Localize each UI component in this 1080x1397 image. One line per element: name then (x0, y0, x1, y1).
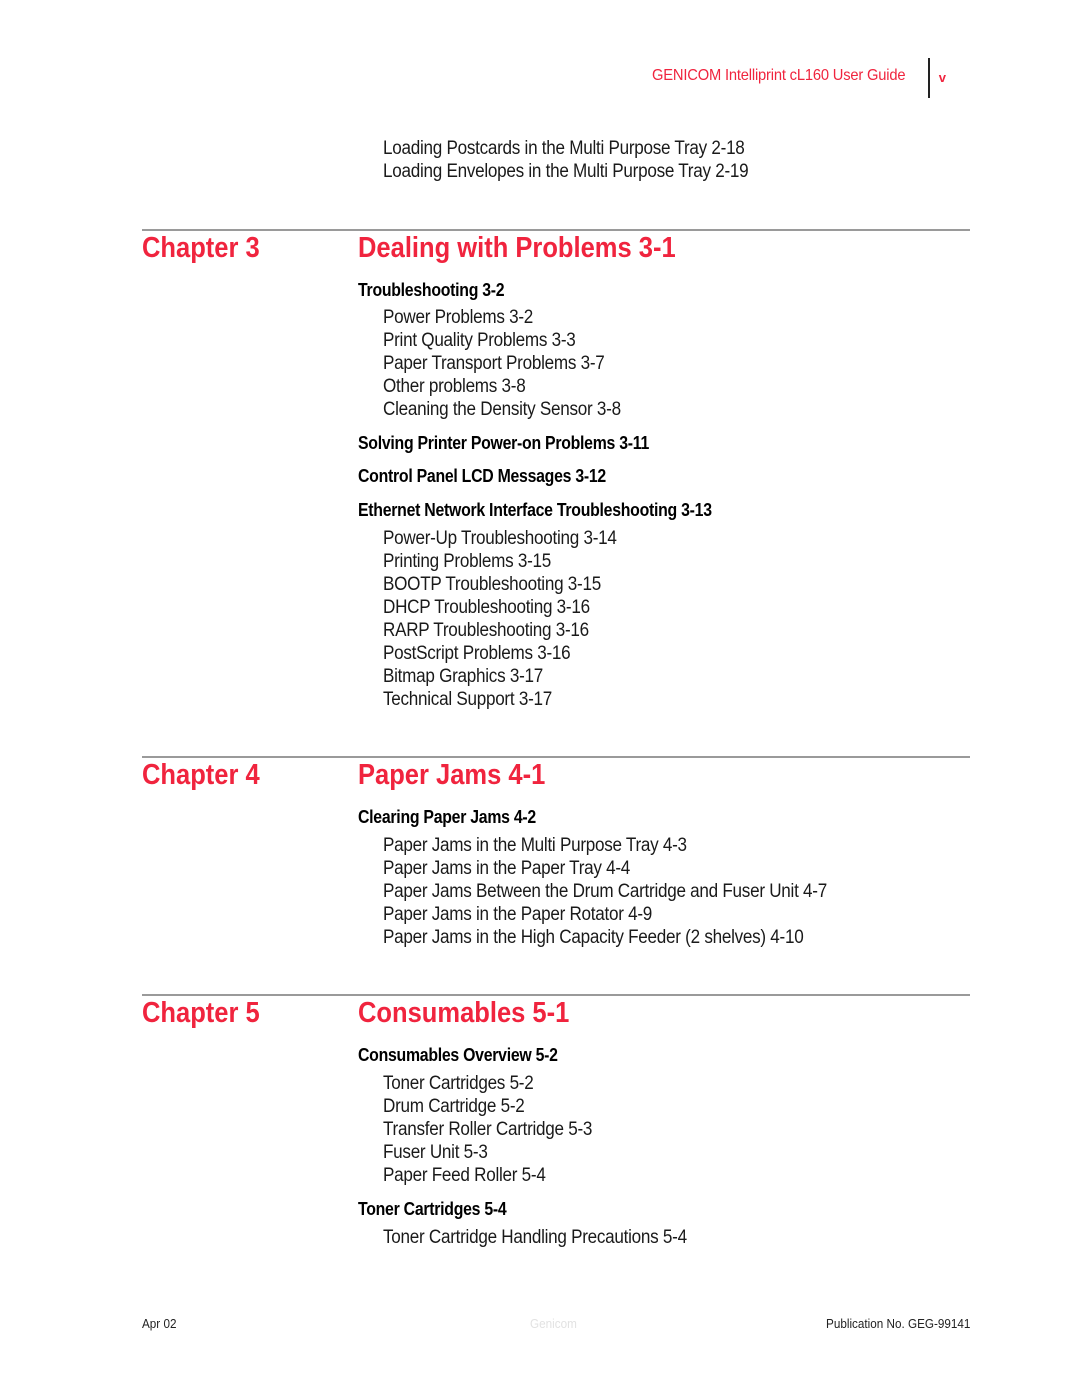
toc-entry[interactable]: Cleaning the Density Sensor 3-8 (383, 398, 621, 421)
toc-entry[interactable]: RARP Troubleshooting 3-16 (383, 619, 589, 642)
running-header: GENICOM Intelliprint cL160 User Guide v (630, 58, 946, 98)
toc-section[interactable]: Solving Printer Power-on Problems 3-11 (358, 432, 649, 455)
toc-section[interactable]: Ethernet Network Interface Troubleshooti… (358, 499, 712, 522)
toc-entry[interactable]: Transfer Roller Cartridge 5-3 (383, 1118, 592, 1141)
chapter-3-title[interactable]: Dealing with Problems 3-1 (358, 231, 676, 265)
toc-entry[interactable]: BOOTP Troubleshooting 3-15 (383, 573, 601, 596)
toc-entry[interactable]: Paper Jams in the Multi Purpose Tray 4-3 (383, 834, 687, 857)
toc-entry[interactable]: Paper Jams in the Paper Rotator 4-9 (383, 903, 652, 926)
header-divider (927, 58, 930, 98)
chapter-4-title[interactable]: Paper Jams 4-1 (358, 758, 545, 792)
toc-entry[interactable]: Fuser Unit 5-3 (383, 1141, 488, 1164)
toc-entry[interactable]: DHCP Troubleshooting 3-16 (383, 596, 590, 619)
chapter-3-label: Chapter 3 (142, 232, 260, 264)
toc-section[interactable]: Toner Cartridges 5-4 (358, 1198, 507, 1221)
toc-entry[interactable]: Toner Cartridges 5-2 (383, 1072, 534, 1095)
footer-date: Apr 02 (142, 1316, 177, 1331)
toc-entry[interactable]: Other problems 3-8 (383, 375, 526, 398)
chapter-5-label: Chapter 5 (142, 997, 260, 1029)
toc-entry[interactable]: Loading Postcards in the Multi Purpose T… (383, 137, 745, 160)
toc-section[interactable]: Clearing Paper Jams 4-2 (358, 806, 536, 829)
toc-entry[interactable]: Technical Support 3-17 (383, 688, 552, 711)
toc-entry[interactable]: Paper Feed Roller 5-4 (383, 1164, 546, 1187)
toc-entry[interactable]: Bitmap Graphics 3-17 (383, 665, 543, 688)
toc-entry[interactable]: PostScript Problems 3-16 (383, 642, 571, 665)
guide-title: GENICOM Intelliprint cL160 User Guide (652, 67, 906, 84)
chapter-divider (142, 756, 970, 758)
chapter-5-title[interactable]: Consumables 5-1 (358, 996, 569, 1030)
toc-entry[interactable]: Paper Transport Problems 3-7 (383, 352, 605, 375)
toc-entry[interactable]: Drum Cartridge 5-2 (383, 1095, 525, 1118)
toc-entry[interactable]: Print Quality Problems 3-3 (383, 329, 576, 352)
toc-entry[interactable]: Toner Cartridge Handling Precautions 5-4 (383, 1226, 687, 1249)
toc-section[interactable]: Troubleshooting 3-2 (358, 279, 505, 302)
toc-section[interactable]: Consumables Overview 5-2 (358, 1044, 558, 1067)
toc-entry[interactable]: Paper Jams Between the Drum Cartridge an… (383, 880, 827, 903)
toc-entry[interactable]: Power Problems 3-2 (383, 306, 533, 329)
publication-number: Publication No. GEG-99141 (825, 1316, 970, 1331)
toc-entry[interactable]: Paper Jams in the High Capacity Feeder (… (383, 926, 804, 949)
toc-entry[interactable]: Printing Problems 3-15 (383, 550, 551, 573)
toc-entry[interactable]: Loading Envelopes in the Multi Purpose T… (383, 160, 749, 183)
footer-watermark: Genicom (530, 1316, 577, 1331)
page-number: v (938, 70, 946, 85)
toc-entry[interactable]: Paper Jams in the Paper Tray 4-4 (383, 857, 630, 880)
chapter-4-label: Chapter 4 (142, 759, 260, 791)
toc-section[interactable]: Control Panel LCD Messages 3-12 (358, 465, 606, 488)
toc-entry[interactable]: Power-Up Troubleshooting 3-14 (383, 527, 617, 550)
